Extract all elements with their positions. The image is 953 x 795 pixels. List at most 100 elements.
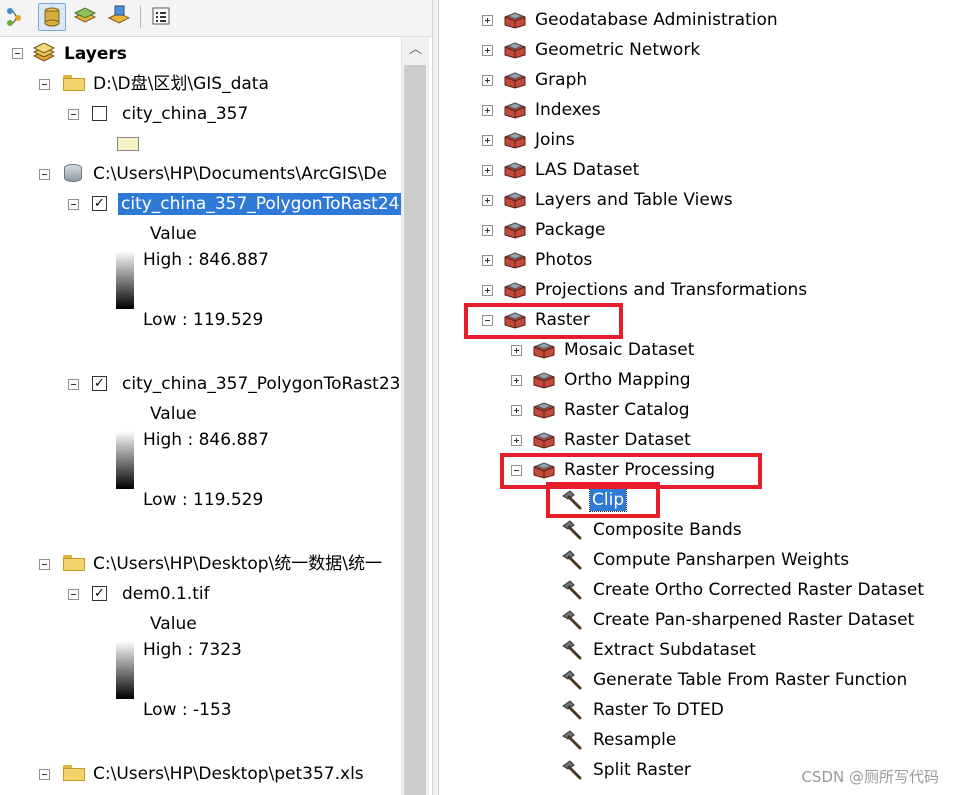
layer-label[interactable]: city_china_357 (122, 103, 248, 125)
toolset-item[interactable]: Mosaic Dataset (564, 339, 694, 361)
toolset-expander[interactable] (482, 45, 493, 56)
source-folder-label[interactable]: C:\Users\HP\Desktop\统一数据\统一 (93, 553, 382, 575)
layer-collapse-toggle[interactable] (68, 109, 79, 120)
toolset-expander[interactable] (511, 345, 522, 356)
annotation-box-clip (546, 482, 660, 518)
layer-label[interactable]: city_china_357_PolygonToRast23 (122, 373, 400, 395)
toolset-expander[interactable] (482, 135, 493, 146)
layer-label[interactable]: dem0.1.tif (122, 583, 210, 605)
options-icon[interactable] (148, 3, 176, 31)
layer-visibility-checkbox[interactable]: ✓ (92, 376, 107, 391)
toolset-item[interactable]: Ortho Mapping (564, 369, 691, 391)
folder-collapse-toggle[interactable] (39, 769, 50, 780)
tool-hammer-icon (560, 609, 584, 631)
toolset-item[interactable]: Geodatabase Administration (535, 9, 778, 31)
layer-visibility-checkbox[interactable]: ✓ (92, 196, 107, 211)
toolset-expander[interactable] (511, 375, 522, 386)
toc-vertical-scrollbar[interactable]: ︿ (401, 37, 429, 795)
toolset-icon (532, 401, 556, 419)
list-by-drawing-order-icon[interactable] (4, 3, 32, 31)
tool-item[interactable]: Create Pan-sharpened Raster Dataset (593, 609, 914, 631)
scrollbar-thumb[interactable] (404, 65, 426, 795)
gdb-collapse-toggle[interactable] (39, 169, 50, 180)
folder-icon (63, 555, 85, 571)
toolset-icon (532, 371, 556, 389)
toolset-expander[interactable] (482, 75, 493, 86)
toolset-expander[interactable] (511, 405, 522, 416)
tool-item[interactable]: Generate Table From Raster Function (593, 669, 907, 691)
tool-hammer-icon (560, 519, 584, 541)
layer-collapse-toggle[interactable] (68, 199, 79, 210)
tool-hammer-icon (560, 639, 584, 661)
layers-collapse-toggle[interactable] (12, 48, 23, 59)
scroll-up-icon[interactable]: ︿ (402, 37, 429, 63)
color-ramp[interactable] (116, 251, 134, 309)
source-folder-label[interactable]: D:\D盘\区划\GIS_data (93, 73, 269, 95)
toolset-item[interactable]: Package (535, 219, 605, 241)
toolset-item[interactable]: Raster Catalog (564, 399, 690, 421)
layers-icon (32, 42, 56, 63)
source-folder-label[interactable]: C:\Users\HP\Desktop\pet357.xls (93, 763, 364, 785)
toolset-item[interactable]: Layers and Table Views (535, 189, 733, 211)
toolset-expander[interactable] (482, 105, 493, 116)
toolset-icon (503, 191, 527, 209)
toolset-icon (503, 11, 527, 29)
legend-low-value: Low : 119.529 (143, 490, 264, 510)
tool-hammer-icon (560, 549, 584, 571)
tool-item[interactable]: Create Ortho Corrected Raster Dataset (593, 579, 924, 601)
tool-item[interactable]: Split Raster (593, 759, 691, 781)
table-of-contents-panel: Layers D:\D盘\区划\GIS_data city_china_357 … (0, 0, 432, 795)
toolset-item[interactable]: Graph (535, 69, 587, 91)
toolset-expander[interactable] (482, 15, 493, 26)
toolset-item[interactable]: Indexes (535, 99, 601, 121)
toolset-expander[interactable] (482, 225, 493, 236)
toolset-expander[interactable] (511, 435, 522, 446)
legend-low-value: Low : 119.529 (143, 310, 264, 330)
layers-root-label[interactable]: Layers (64, 43, 127, 65)
toc-toolbar (0, 0, 432, 37)
toolset-item[interactable]: Raster Dataset (564, 429, 691, 451)
toolset-expander[interactable] (482, 195, 493, 206)
folder-icon (63, 75, 85, 91)
layer-collapse-toggle[interactable] (68, 589, 79, 600)
toolset-item[interactable]: LAS Dataset (535, 159, 639, 181)
color-ramp[interactable] (116, 431, 134, 489)
tool-item[interactable]: Resample (593, 729, 676, 751)
tool-item[interactable]: Composite Bands (593, 519, 742, 541)
tool-item[interactable]: Raster To DTED (593, 699, 724, 721)
layer-visibility-checkbox[interactable]: ✓ (92, 586, 107, 601)
toolset-expander[interactable] (482, 255, 493, 266)
toolset-icon (503, 161, 527, 179)
legend-low-value: Low : -153 (143, 700, 232, 720)
tool-hammer-icon (560, 579, 584, 601)
toolset-icon (503, 101, 527, 119)
toolset-icon (503, 281, 527, 299)
toolset-expander[interactable] (482, 285, 493, 296)
toolset-item[interactable]: Joins (535, 129, 575, 151)
panel-splitter[interactable] (432, 0, 439, 795)
list-by-selection-icon[interactable] (106, 3, 134, 31)
source-gdb-label[interactable]: C:\Users\HP\Documents\ArcGIS\De (93, 163, 387, 185)
color-ramp[interactable] (116, 641, 134, 699)
legend-title: Value (150, 404, 197, 424)
toolset-icon (532, 341, 556, 359)
toolset-item[interactable]: Photos (535, 249, 592, 271)
list-by-source-icon[interactable] (38, 3, 66, 31)
tool-item[interactable]: Compute Pansharpen Weights (593, 549, 849, 571)
toolset-item[interactable]: Geometric Network (535, 39, 700, 61)
legend-high-value: High : 846.887 (143, 430, 269, 450)
layer-visibility-checkbox[interactable] (92, 106, 107, 121)
list-by-visibility-icon[interactable] (72, 3, 100, 31)
layer-label-selected[interactable]: city_china_357_PolygonToRast24 (118, 193, 403, 215)
watermark: CSDN @厕所写代码 (801, 768, 939, 786)
folder-collapse-toggle[interactable] (39, 79, 50, 90)
toolset-expander[interactable] (482, 165, 493, 176)
polygon-symbol-swatch[interactable] (117, 137, 139, 151)
arctoolbox-panel: Geodatabase Administration Geometric Netw… (440, 0, 953, 795)
toolset-icon (532, 431, 556, 449)
layer-collapse-toggle[interactable] (68, 379, 79, 390)
folder-collapse-toggle[interactable] (39, 559, 50, 570)
toolset-icon (503, 41, 527, 59)
tool-item[interactable]: Extract Subdataset (593, 639, 756, 661)
toolset-item[interactable]: Projections and Transformations (535, 279, 807, 301)
